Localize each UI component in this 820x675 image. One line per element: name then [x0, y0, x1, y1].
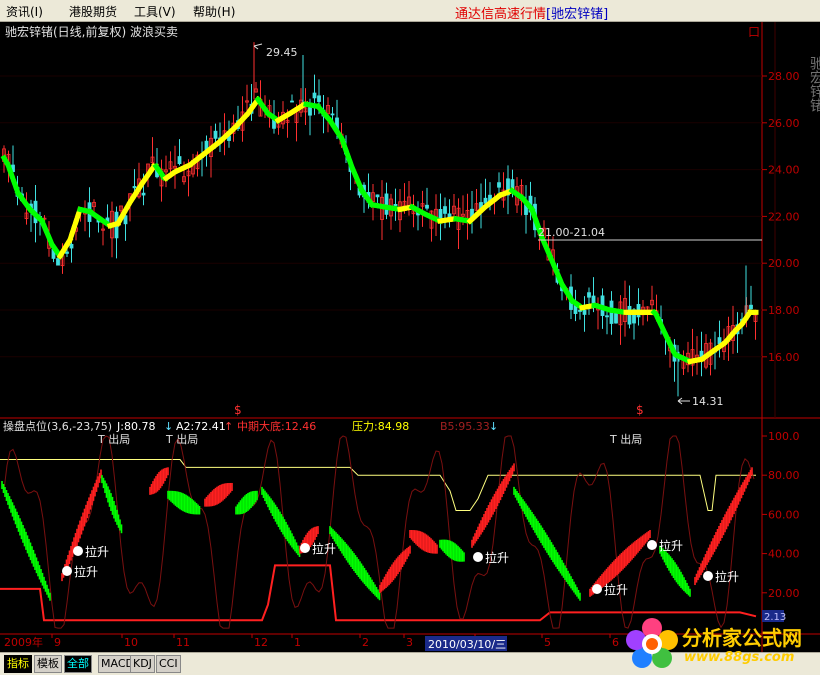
candle-body	[313, 93, 316, 98]
down-arrow-icon: ↓	[164, 420, 173, 433]
pull-label-2: 拉升	[74, 564, 98, 579]
indicator-a2: A2:72.41	[176, 420, 226, 433]
candle-body	[291, 101, 294, 102]
tab-template[interactable]: 模板	[34, 655, 62, 673]
tab-cci[interactable]: CCI	[156, 655, 181, 673]
chart-corner-mark[interactable]: 口	[748, 25, 760, 39]
x-tick-label: 11	[176, 636, 190, 649]
signal-dot-icon	[73, 546, 83, 556]
indicator-j: J:80.78	[116, 420, 155, 433]
candle-body	[178, 157, 181, 164]
candle-body	[57, 259, 60, 266]
pull-label-4: 拉升	[485, 550, 509, 565]
cursor-date: 2010/03/10/三	[428, 638, 506, 651]
x-axis: 9101112123456	[52, 634, 619, 649]
stock-chart[interactable]: 28.00 26.00 24.00 22.00 20.00 18.00 16.00 100.…	[0, 0, 820, 674]
signal-marker-1: $	[234, 403, 242, 417]
low-arrow-icon	[678, 398, 690, 404]
pull-label-5: 拉升	[604, 582, 628, 597]
exit-label-2: T 出局	[165, 432, 198, 446]
indicator-mid-bottom: 中期大底:12.46	[237, 419, 316, 433]
pull-label-3: 拉升	[312, 541, 336, 556]
candle-body	[498, 183, 501, 188]
signal-dot-icon	[300, 543, 310, 553]
candle-body	[484, 198, 487, 203]
y-tick-label: 28.00	[768, 70, 800, 83]
candle-body	[750, 305, 753, 308]
signal-dot-icon	[473, 552, 483, 562]
watermark-logo: 分析家公式网 www.88gs.com	[618, 612, 820, 674]
x-tick-label: 10	[124, 636, 138, 649]
candle-body	[133, 186, 136, 187]
candle-body	[309, 106, 312, 115]
y-tick-label: 40.00	[768, 548, 800, 561]
indicator-y-ticks: 100.0 80.00 60.00 40.00 20.00	[762, 430, 800, 600]
chart-header: 驰宏锌锗(日线,前复权) 波浪买卖	[5, 24, 178, 39]
indicator-lines	[0, 436, 756, 628]
watermark-url: www.88gs.com	[684, 650, 794, 665]
high-arrow-icon	[254, 44, 262, 49]
signal-marker-2: $	[636, 403, 644, 417]
right-side-stock-name: 驰宏锌锗	[808, 56, 820, 112]
indicator-pressure: 压力:84.98	[352, 420, 409, 433]
candle-body	[718, 338, 721, 344]
y-tick-label: 80.00	[768, 469, 800, 482]
candle-body	[214, 131, 217, 138]
x-tick-label: 1	[294, 636, 301, 649]
tab-kdj[interactable]: KDJ	[130, 655, 155, 673]
candle-body	[385, 194, 388, 214]
b5-arrow-icon: ↓	[489, 420, 498, 433]
x-tick-label: 12	[254, 636, 268, 649]
signal-dot-icon	[647, 540, 657, 550]
y-tick-label: 60.00	[768, 508, 800, 521]
low-price-label: 14.31	[692, 395, 724, 408]
x-tick-label: 9	[54, 636, 61, 649]
candle-body	[426, 205, 429, 208]
y-tick-label: 20.00	[768, 257, 800, 270]
candle-body	[583, 310, 586, 314]
candle-body	[444, 207, 447, 214]
main-y-ticks: 28.00 26.00 24.00 22.00 20.00 18.00 16.00	[762, 70, 800, 364]
candle-body	[588, 293, 591, 298]
range-label: 21.00-21.04	[538, 226, 605, 239]
candle-body	[628, 306, 631, 324]
indicator-b5: B5:95.33	[440, 420, 490, 433]
signal-dot-icon	[592, 584, 602, 594]
tab-indicator[interactable]: 指标	[4, 655, 32, 673]
y-tick-label: 20.00	[768, 587, 800, 600]
pull-label-1: 拉升	[85, 544, 109, 559]
signal-dot-icon	[703, 571, 713, 581]
indicator-name: 操盘点位(3,6,-23,75)	[3, 419, 112, 433]
flower-logo-icon	[624, 616, 680, 670]
x-tick-label: 2	[362, 636, 369, 649]
candle-body	[331, 114, 334, 115]
y-tick-label: 26.00	[768, 117, 800, 130]
exit-label-3: T 出局	[609, 432, 642, 446]
signal-dot-icon	[62, 566, 72, 576]
high-price-label: 29.45	[266, 46, 298, 59]
candle-body	[448, 214, 451, 218]
candle-body	[70, 244, 73, 248]
pull-label-6: 拉升	[659, 538, 683, 553]
y-tick-label: 100.0	[768, 430, 800, 443]
candlesticks	[3, 42, 758, 396]
candle-body	[142, 193, 145, 195]
x-tick-label: 3	[406, 636, 413, 649]
candle-body	[66, 252, 69, 253]
pull-label-7: 拉升	[715, 569, 739, 584]
exit-label-1: T 出局	[97, 432, 130, 446]
y-tick-label: 24.00	[768, 164, 800, 177]
y-tick-label: 18.00	[768, 304, 800, 317]
candle-body	[606, 316, 609, 317]
candle-body	[318, 96, 321, 102]
tab-all[interactable]: 全部	[64, 655, 92, 673]
y-tick-label: 22.00	[768, 210, 800, 223]
x-tick-label: 5	[544, 636, 551, 649]
x-start-label: 2009年	[4, 635, 43, 649]
up-arrow-icon: ↑	[224, 420, 233, 433]
watermark-title: 分析家公式网	[682, 622, 802, 651]
candle-body	[394, 204, 397, 205]
y-tick-label: 16.00	[768, 351, 800, 364]
candle-body	[376, 195, 379, 197]
